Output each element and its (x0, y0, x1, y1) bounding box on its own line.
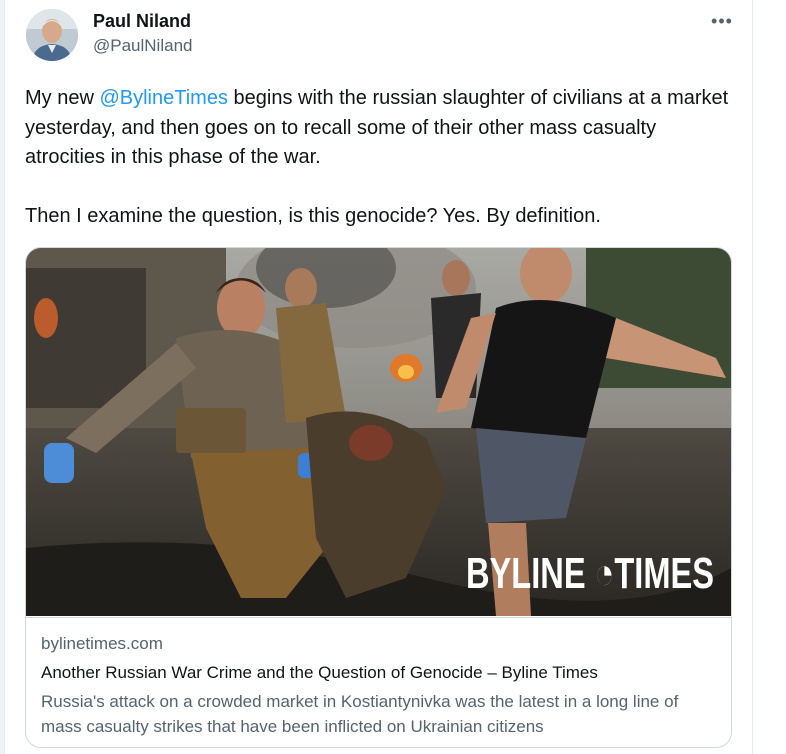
card-title[interactable]: Another Russian War Crime and the Questi… (41, 663, 598, 683)
card-domain[interactable]: bylinetimes.com (41, 634, 163, 654)
author-name[interactable]: Paul Niland (93, 11, 191, 32)
card-image[interactable]: BYLINE ◔TIMES (26, 248, 731, 616)
tweet: Paul Niland @PaulNiland ••• My new @Byli… (5, 0, 752, 754)
link-card[interactable]: BYLINE ◔TIMES bylinetimes.com Another Ru… (25, 247, 732, 748)
card-body[interactable]: bylinetimes.com Another Russian War Crim… (26, 617, 731, 747)
avatar[interactable] (26, 9, 78, 61)
watermark-logo: BYLINE ◔TIMES (466, 549, 714, 598)
tweet-paragraph-1: My new @BylineTimes begins with the russ… (25, 84, 735, 173)
tweet-paragraph-2: Then I examine the question, is this gen… (25, 205, 601, 227)
right-border (752, 0, 753, 754)
mention-link[interactable]: @BylineTimes (99, 87, 227, 109)
tweet-text-prefix: My new (25, 87, 100, 109)
card-description: Russia's attack on a crowded market in K… (41, 692, 679, 736)
more-horizontal-icon[interactable]: ••• (708, 10, 736, 32)
tweet-text: My new @BylineTimes begins with the russ… (25, 84, 735, 232)
author-handle[interactable]: @PaulNiland (93, 36, 192, 56)
